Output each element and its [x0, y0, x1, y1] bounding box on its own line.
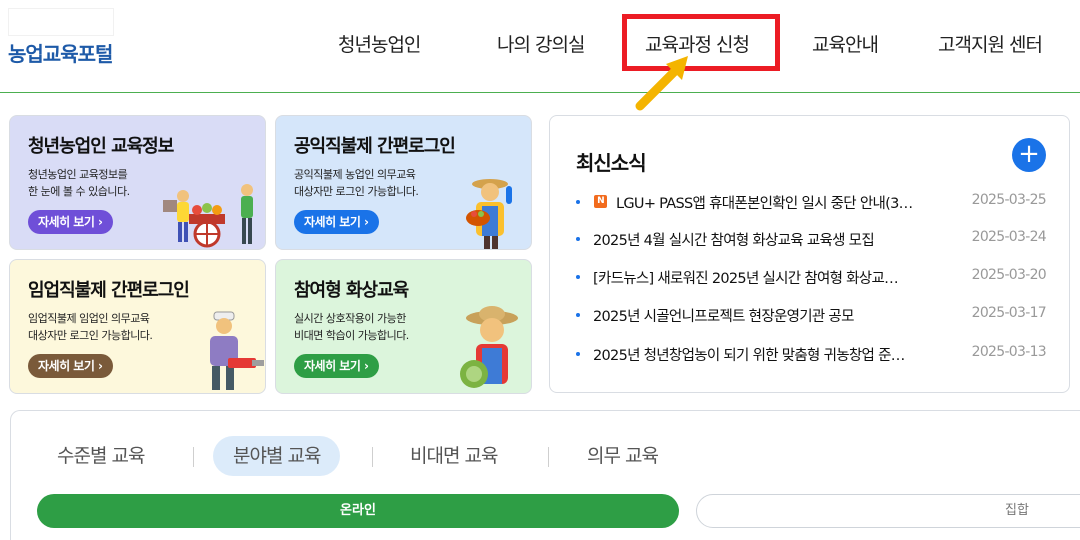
card-title: 임업직불제 간편로그인	[28, 280, 190, 301]
news-item-date: 2025-03-13	[971, 344, 1047, 360]
forester-chainsaw-illustration	[210, 311, 264, 390]
nav-youth-farmer[interactable]: 청년농업인	[338, 30, 421, 58]
news-title: 최신소식	[576, 151, 647, 175]
more-button[interactable]: 자세히 보기 ›	[294, 210, 379, 234]
news-item[interactable]: N LGU+ PASS앱 휴대폰본인확인 일시 중단 안내(3… 2025-03…	[576, 191, 1047, 213]
segment-online-button[interactable]: 온라인	[37, 494, 679, 528]
site-header: 농업교육포털 청년농업인 나의 강의실 교육과정 신청 교육안내 고객지원 센터	[0, 0, 1080, 93]
bullet-icon	[576, 200, 580, 204]
news-item[interactable]: [카드뉴스] 새로워진 2025년 실시간 참여형 화상교… 2025-03-2…	[576, 266, 1047, 288]
card-description: 청년농업인 교육정보를 한 눈에 볼 수 있습니다.	[28, 168, 130, 198]
news-item-text: 2025년 4월 실시간 참여형 화상교육 교육생 모집	[593, 233, 875, 249]
bullet-icon	[576, 352, 580, 356]
card-title: 공익직불제 간편로그인	[294, 136, 456, 157]
new-badge-icon: N	[594, 195, 607, 208]
more-button[interactable]: 자세히 보기 ›	[28, 210, 113, 234]
farmer-woman-illustration	[466, 179, 512, 249]
news-item-text: [카드뉴스] 새로워진 2025년 실시간 참여형 화상교…	[593, 271, 899, 287]
segment-group-label: 집합	[1005, 503, 1029, 518]
more-button[interactable]: 자세히 보기 ›	[294, 354, 379, 378]
farmer-cabbage-illustration	[460, 306, 518, 388]
card-youth-farmer-info[interactable]: 청년농업인 교육정보 청년농업인 교육정보를 한 눈에 볼 수 있습니다. 자세히…	[9, 115, 266, 250]
card-title: 참여형 화상교육	[294, 280, 409, 301]
latest-news-panel: 최신소식 + N LGU+ PASS앱 휴대폰본인확인 일시 중단 안내(3… …	[549, 115, 1070, 393]
news-item-text: LGU+ PASS앱 휴대폰본인확인 일시 중단 안내(3…	[616, 196, 913, 212]
segment-group-button[interactable]: 집합	[696, 494, 1080, 528]
logo-frame	[8, 8, 114, 36]
news-more-plus-button[interactable]: +	[1012, 138, 1046, 172]
tab-level-education[interactable]: 수준별 교육	[57, 436, 145, 476]
tab-field-education[interactable]: 분야별 교육	[213, 436, 341, 476]
tab-divider	[372, 447, 373, 467]
news-item-date: 2025-03-17	[971, 305, 1047, 321]
news-item[interactable]: 2025년 청년창업농이 되기 위한 맞춤형 귀농창업 준… 2025-03-1…	[576, 343, 1047, 365]
card-description: 실시간 상호작용이 가능한 비대면 학습이 가능합니다.	[294, 312, 409, 342]
nav-customer-support[interactable]: 고객지원 센터	[938, 30, 1043, 58]
tab-remote-education[interactable]: 비대면 교육	[410, 436, 498, 476]
news-item-text: 2025년 시골언니프로젝트 현장운영기관 공모	[593, 309, 854, 325]
farmers-cart-illustration	[163, 184, 253, 248]
news-item-date: 2025-03-25	[971, 192, 1047, 208]
pointer-arrow-icon	[635, 56, 688, 111]
news-item-date: 2025-03-24	[971, 229, 1047, 245]
more-button[interactable]: 자세히 보기 ›	[28, 354, 113, 378]
bullet-icon	[576, 275, 580, 279]
card-description: 공익직불제 농업인 의무교육 대상자만 로그인 가능합니다.	[294, 168, 419, 198]
bullet-icon	[576, 313, 580, 317]
tab-divider	[193, 447, 194, 467]
nav-my-classroom[interactable]: 나의 강의실	[497, 30, 585, 58]
news-item-text: 2025년 청년창업농이 되기 위한 맞춤형 귀농창업 준…	[593, 348, 905, 364]
card-participatory-video-education[interactable]: 참여형 화상교육 실시간 상호작용이 가능한 비대면 학습이 가능합니다. 자세히…	[275, 259, 532, 394]
card-forestry-payment-login[interactable]: 임업직불제 간편로그인 임업직불제 임업인 의무교육 대상자만 로그인 가능합니다…	[9, 259, 266, 394]
tab-divider	[548, 447, 549, 467]
site-logo[interactable]: 농업교육포털	[8, 38, 113, 67]
card-title: 청년농업인 교육정보	[28, 136, 174, 157]
news-item[interactable]: 2025년 시골언니프로젝트 현장운영기관 공모 2025-03-17	[576, 304, 1047, 326]
bullet-icon	[576, 237, 580, 241]
page-root: 농업교육포털 청년농업인 나의 강의실 교육과정 신청 교육안내 고객지원 센터…	[0, 0, 1080, 540]
news-item-date: 2025-03-20	[971, 267, 1047, 283]
tab-mandatory-education[interactable]: 의무 교육	[587, 436, 659, 476]
card-public-payment-login[interactable]: 공익직불제 간편로그인 공익직불제 농업인 의무교육 대상자만 로그인 가능합니다…	[275, 115, 532, 250]
nav-education-guide[interactable]: 교육안내	[812, 30, 879, 58]
news-item[interactable]: 2025년 4월 실시간 참여형 화상교육 교육생 모집 2025-03-24	[576, 228, 1047, 250]
card-description: 임업직불제 임업인 의무교육 대상자만 로그인 가능합니다.	[28, 312, 153, 342]
